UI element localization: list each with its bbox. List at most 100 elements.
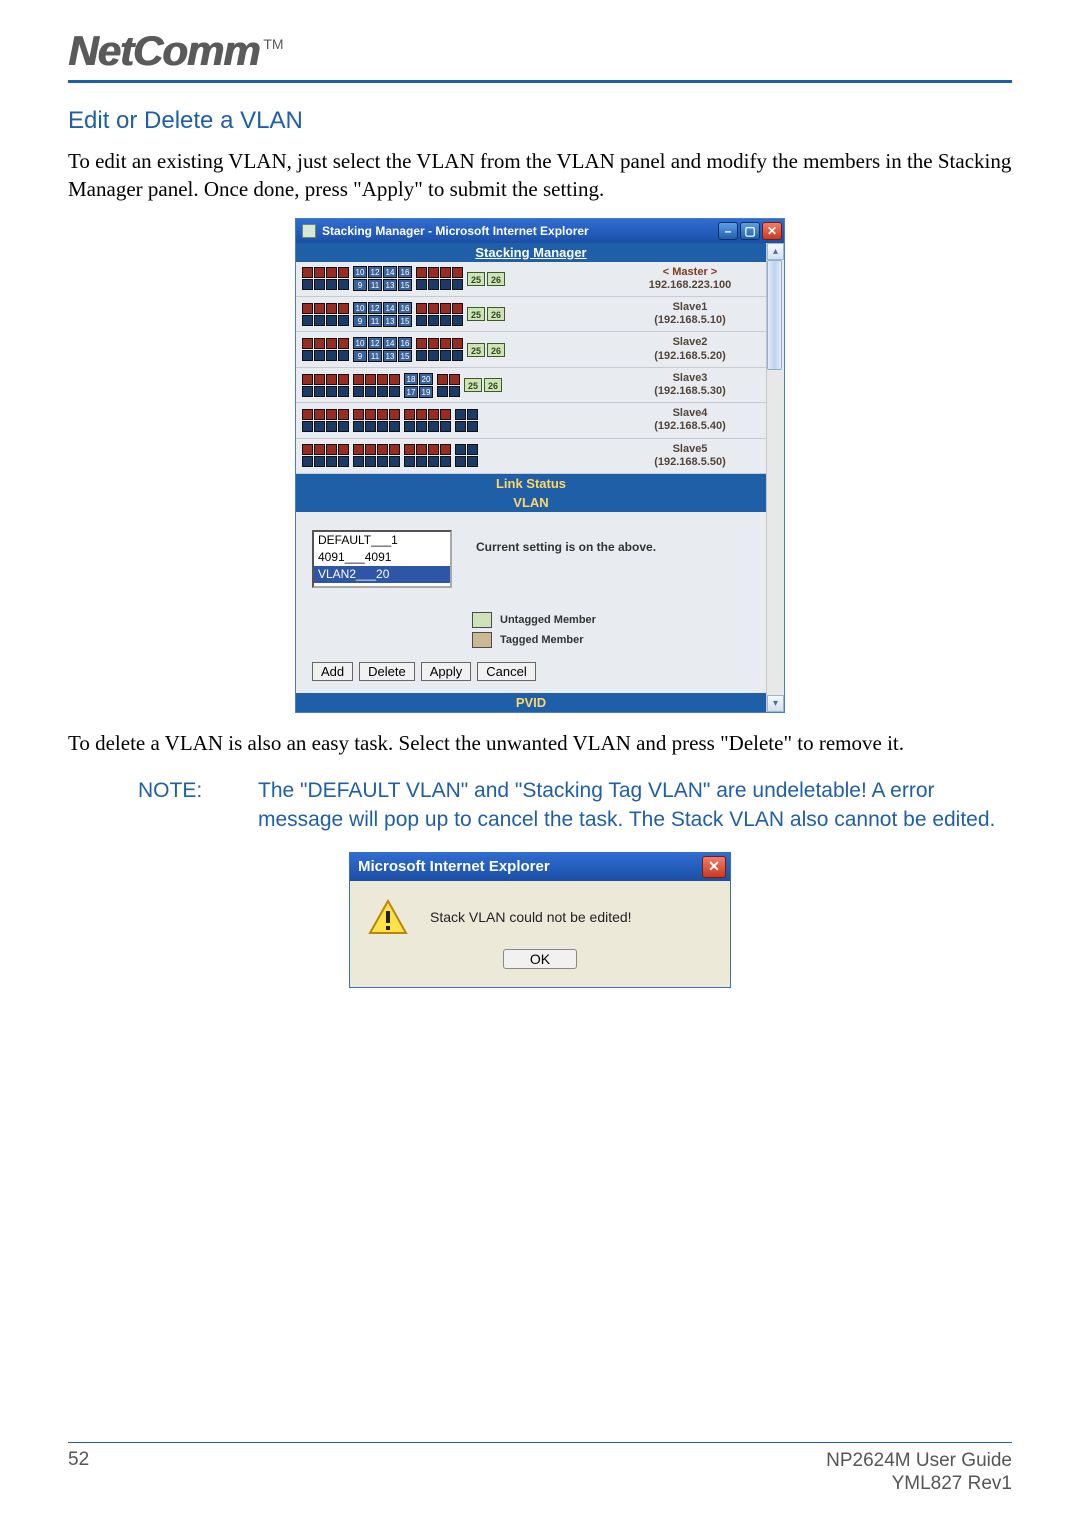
tag-port[interactable]: 26	[487, 343, 505, 357]
port-indicator[interactable]	[428, 338, 439, 349]
alert-close-button[interactable]: ✕	[702, 856, 726, 878]
tag-port[interactable]: 25	[464, 378, 482, 392]
port-indicator[interactable]	[389, 444, 400, 455]
port-indicator[interactable]	[449, 374, 460, 385]
port-indicator[interactable]	[302, 456, 313, 467]
port-indicator[interactable]	[302, 303, 313, 314]
port-indicator[interactable]	[404, 421, 415, 432]
port-indicator[interactable]	[428, 303, 439, 314]
port-indicator[interactable]	[338, 338, 349, 349]
port-indicator[interactable]	[440, 267, 451, 278]
port-indicator[interactable]	[302, 409, 313, 420]
port-indicator[interactable]	[338, 350, 349, 361]
port-indicator[interactable]	[428, 456, 439, 467]
port-indicator[interactable]	[326, 350, 337, 361]
port-indicator[interactable]	[365, 456, 376, 467]
port-indicator[interactable]	[314, 409, 325, 420]
port-indicator[interactable]	[455, 444, 466, 455]
port-indicator[interactable]	[338, 315, 349, 326]
port-indicator[interactable]	[416, 421, 427, 432]
port-indicator[interactable]	[302, 386, 313, 397]
device-row[interactable]: Slave5 (192.168.5.50)	[296, 439, 766, 474]
port-indicator[interactable]	[338, 374, 349, 385]
port-indicator[interactable]	[338, 303, 349, 314]
port-indicator[interactable]	[416, 409, 427, 420]
port-indicator[interactable]	[455, 409, 466, 420]
port-indicator[interactable]	[440, 444, 451, 455]
port-indicator[interactable]	[416, 350, 427, 361]
port-indicator[interactable]	[416, 279, 427, 290]
port-indicator[interactable]	[452, 350, 463, 361]
port-indicator[interactable]	[314, 386, 325, 397]
port-indicator[interactable]	[314, 267, 325, 278]
port-indicator[interactable]	[365, 386, 376, 397]
port-indicator[interactable]	[428, 421, 439, 432]
port-indicator[interactable]	[365, 444, 376, 455]
vlan-band[interactable]: VLAN	[296, 493, 766, 512]
port-indicator[interactable]	[338, 444, 349, 455]
port-indicator[interactable]	[455, 421, 466, 432]
port-indicator[interactable]	[389, 421, 400, 432]
vlan-option[interactable]: DEFAULT___1	[314, 532, 450, 549]
port-indicator[interactable]	[377, 444, 388, 455]
port-indicator[interactable]	[338, 456, 349, 467]
port-indicator[interactable]	[338, 409, 349, 420]
port-indicator[interactable]	[326, 374, 337, 385]
device-row[interactable]: 182017192526 Slave3 (192.168.5.30)	[296, 368, 766, 403]
port-indicator[interactable]	[353, 444, 364, 455]
port-indicator[interactable]	[416, 338, 427, 349]
port-indicator[interactable]	[314, 303, 325, 314]
port-indicator[interactable]	[314, 338, 325, 349]
port-indicator[interactable]	[416, 303, 427, 314]
port-indicator[interactable]	[377, 456, 388, 467]
port-indicator[interactable]	[338, 267, 349, 278]
port-indicator[interactable]	[338, 386, 349, 397]
port-indicator[interactable]	[326, 338, 337, 349]
port-indicator[interactable]	[404, 444, 415, 455]
port-indicator[interactable]	[416, 456, 427, 467]
port-indicator[interactable]	[302, 421, 313, 432]
port-indicator[interactable]	[302, 279, 313, 290]
port-indicator[interactable]	[326, 267, 337, 278]
port-indicator[interactable]	[440, 456, 451, 467]
delete-button[interactable]: Delete	[359, 662, 415, 681]
port-indicator[interactable]	[302, 374, 313, 385]
port-indicator[interactable]	[440, 279, 451, 290]
port-indicator[interactable]	[467, 409, 478, 420]
port-indicator[interactable]	[437, 374, 448, 385]
port-indicator[interactable]	[365, 409, 376, 420]
device-row[interactable]: 1012141691113152526 Slave2 (192.168.5.20…	[296, 332, 766, 367]
scroll-down-icon[interactable]: ▾	[767, 695, 784, 712]
port-indicator[interactable]	[440, 421, 451, 432]
tag-port[interactable]: 26	[484, 378, 502, 392]
port-indicator[interactable]	[365, 421, 376, 432]
vlan-option[interactable]: VLAN2___20	[314, 566, 450, 583]
vlan-option[interactable]: 4091___4091	[314, 549, 450, 566]
alert-ok-button[interactable]: OK	[503, 949, 577, 969]
tag-port[interactable]: 26	[487, 272, 505, 286]
tag-port[interactable]: 25	[467, 343, 485, 357]
port-indicator[interactable]	[428, 267, 439, 278]
maximize-button[interactable]: ▢	[740, 222, 760, 240]
port-indicator[interactable]	[353, 374, 364, 385]
port-indicator[interactable]	[389, 386, 400, 397]
port-indicator[interactable]	[326, 386, 337, 397]
vertical-scrollbar[interactable]: ▴ ▾	[766, 243, 784, 712]
port-indicator[interactable]	[314, 315, 325, 326]
tag-port[interactable]: 25	[467, 272, 485, 286]
port-indicator[interactable]	[416, 315, 427, 326]
scroll-up-icon[interactable]: ▴	[767, 243, 784, 260]
port-indicator[interactable]	[428, 279, 439, 290]
scroll-thumb[interactable]	[767, 260, 782, 370]
port-indicator[interactable]	[455, 456, 466, 467]
link-status-band[interactable]: Link Status	[296, 474, 766, 493]
port-indicator[interactable]	[314, 444, 325, 455]
tag-port[interactable]: 25	[467, 307, 485, 321]
port-indicator[interactable]	[428, 315, 439, 326]
port-indicator[interactable]	[326, 409, 337, 420]
port-indicator[interactable]	[452, 338, 463, 349]
port-indicator[interactable]	[452, 315, 463, 326]
cancel-button[interactable]: Cancel	[477, 662, 535, 681]
port-indicator[interactable]	[440, 303, 451, 314]
port-indicator[interactable]	[377, 421, 388, 432]
